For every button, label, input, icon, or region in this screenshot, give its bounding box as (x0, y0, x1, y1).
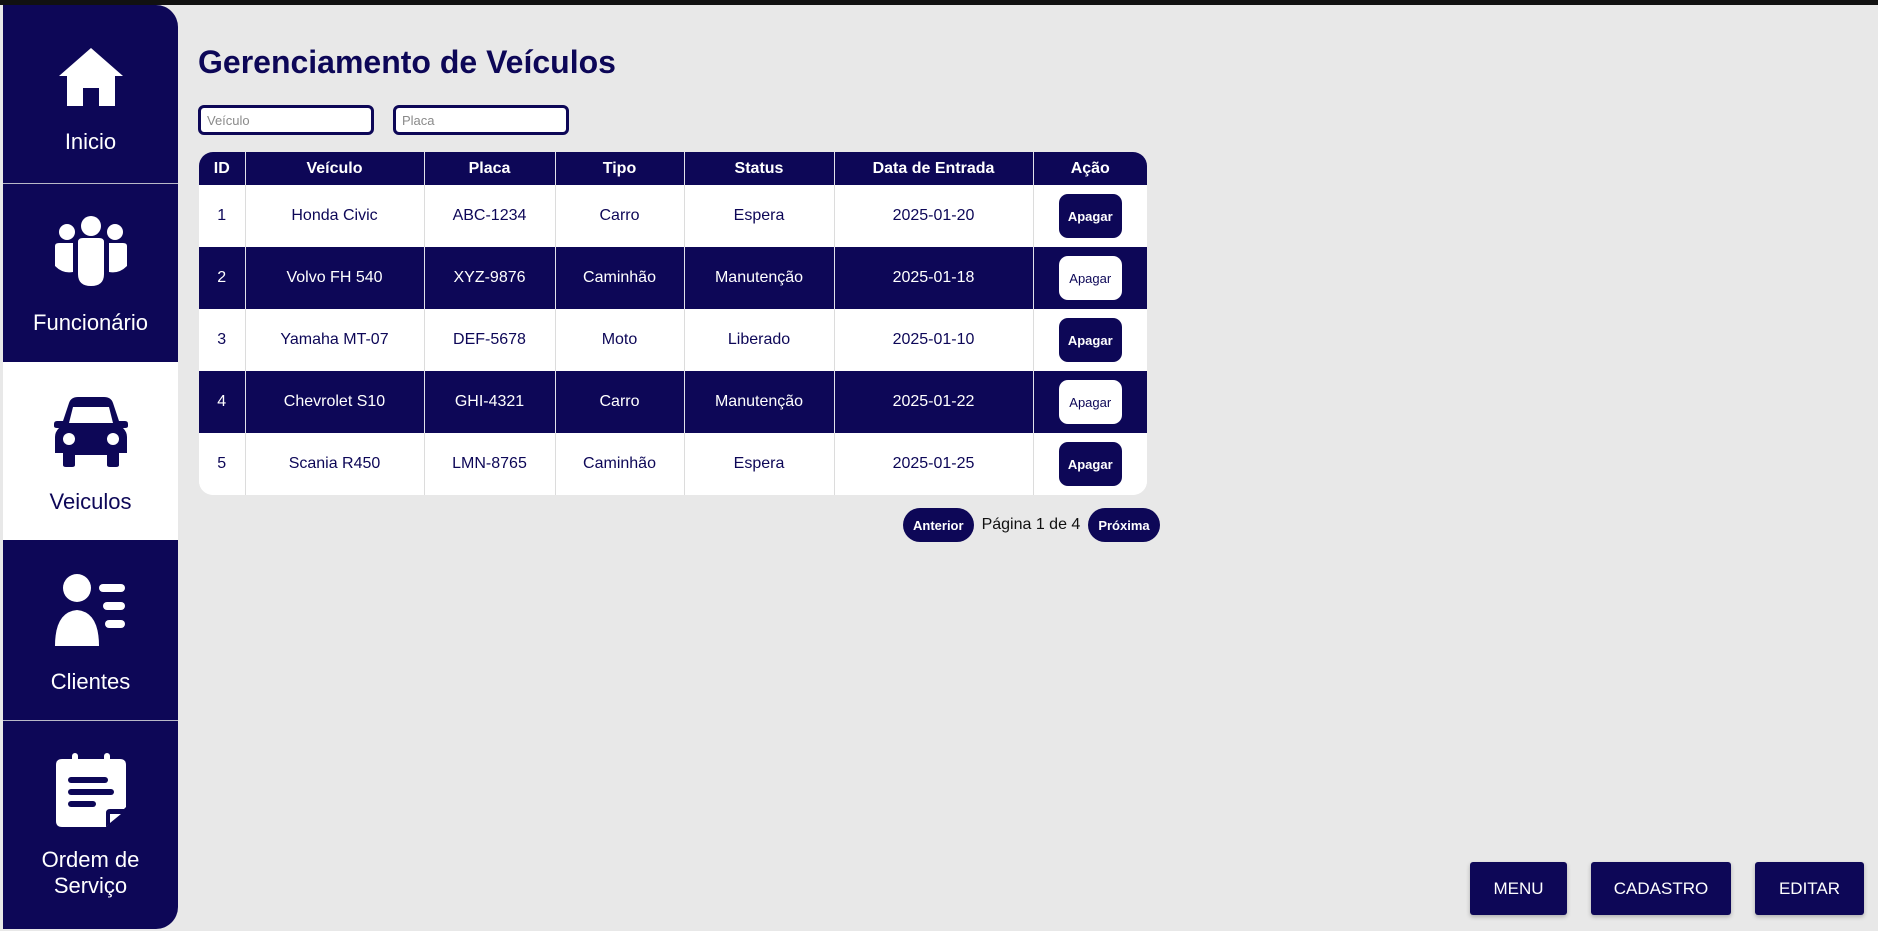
cell-action: Apagar (1033, 371, 1147, 433)
cell-plate: GHI-4321 (424, 371, 556, 433)
cell-vehicle: Chevrolet S10 (245, 371, 425, 433)
cell-id: 2 (199, 247, 246, 309)
register-button[interactable]: CADASTRO (1591, 862, 1731, 915)
sidebar-item-label: Inicio (64, 129, 117, 154)
group-icon (51, 212, 131, 292)
sidebar-item-label: Funcionário (33, 310, 148, 335)
column-header-plate: Placa (424, 152, 556, 185)
client-list-icon (51, 570, 131, 650)
delete-button[interactable]: Apagar (1058, 318, 1122, 362)
cell-action: Apagar (1033, 247, 1147, 309)
sidebar-item-veiculos[interactable]: Veiculos (3, 362, 178, 540)
cell-vehicle: Scania R450 (245, 433, 425, 495)
table-row: 5 Scania R450 LMN-8765 Caminhão Espera 2… (199, 433, 1147, 495)
sidebar-item-ordem-de-servico[interactable]: Ordem de Serviço (3, 721, 178, 899)
column-header-type: Tipo (555, 152, 685, 185)
cell-status: Liberado (684, 309, 835, 371)
cell-type: Caminhão (555, 247, 685, 309)
cell-status: Espera (684, 185, 835, 247)
table-row: 1 Honda Civic ABC-1234 Carro Espera 2025… (199, 185, 1147, 247)
car-icon (51, 392, 131, 472)
previous-page-button[interactable]: Anterior (903, 508, 974, 542)
table-row: 3 Yamaha MT-07 DEF-5678 Moto Liberado 20… (199, 309, 1147, 371)
column-header-id: ID (199, 152, 246, 185)
pagination: Anterior Página 1 de 4 Próxima (903, 508, 1160, 542)
cell-vehicle: Volvo FH 540 (245, 247, 425, 309)
cell-action: Apagar (1033, 433, 1147, 495)
cell-type: Moto (555, 309, 685, 371)
cell-action: Apagar (1033, 185, 1147, 247)
page-title: Gerenciamento de Veículos (198, 44, 616, 80)
cell-id: 4 (199, 371, 246, 433)
column-header-entry-date: Data de Entrada (834, 152, 1034, 185)
cell-plate: ABC-1234 (424, 185, 556, 247)
column-header-status: Status (684, 152, 835, 185)
delete-button[interactable]: Apagar (1058, 194, 1122, 238)
cell-vehicle: Honda Civic (245, 185, 425, 247)
sidebar-item-funcionario[interactable]: Funcionário (3, 184, 178, 362)
cell-status: Espera (684, 433, 835, 495)
cell-id: 5 (199, 433, 246, 495)
delete-button[interactable]: Apagar (1058, 380, 1122, 424)
plate-filter-input[interactable] (393, 105, 569, 135)
cell-plate: DEF-5678 (424, 309, 556, 371)
cell-entry-date: 2025-01-25 (834, 433, 1034, 495)
vehicle-filter-input[interactable] (198, 105, 374, 135)
cell-plate: LMN-8765 (424, 433, 556, 495)
cell-action: Apagar (1033, 309, 1147, 371)
cell-entry-date: 2025-01-10 (834, 309, 1034, 371)
vehicles-table: ID Veículo Placa Tipo Status Data de Ent… (199, 152, 1147, 495)
page-indicator: Página 1 de 4 (981, 516, 1081, 533)
cell-status: Manutenção (684, 371, 835, 433)
cell-type: Carro (555, 185, 685, 247)
sidebar-item-inicio[interactable]: Inicio (3, 5, 178, 183)
delete-button[interactable]: Apagar (1058, 442, 1122, 486)
delete-button[interactable]: Apagar (1058, 256, 1122, 300)
service-order-icon (51, 751, 131, 831)
cell-type: Carro (555, 371, 685, 433)
sidebar-item-clientes[interactable]: Clientes (3, 542, 178, 720)
table-header-row: ID Veículo Placa Tipo Status Data de Ent… (199, 152, 1147, 185)
column-header-vehicle: Veículo (245, 152, 425, 185)
column-header-action: Ação (1033, 152, 1147, 185)
next-page-button[interactable]: Próxima (1088, 508, 1160, 542)
table-row: 2 Volvo FH 540 XYZ-9876 Caminhão Manuten… (199, 247, 1147, 309)
menu-button[interactable]: MENU (1470, 862, 1567, 915)
cell-entry-date: 2025-01-20 (834, 185, 1034, 247)
window-top-bar (0, 0, 1878, 5)
cell-status: Manutenção (684, 247, 835, 309)
edit-button[interactable]: EDITAR (1755, 862, 1864, 915)
sidebar-item-label: Clientes (50, 669, 131, 694)
cell-entry-date: 2025-01-18 (834, 247, 1034, 309)
cell-entry-date: 2025-01-22 (834, 371, 1034, 433)
sidebar: Inicio Funcionário Veiculos Clientes Ord… (3, 5, 178, 929)
cell-id: 1 (199, 185, 246, 247)
cell-id: 3 (199, 309, 246, 371)
cell-plate: XYZ-9876 (424, 247, 556, 309)
table-row: 4 Chevrolet S10 GHI-4321 Carro Manutençã… (199, 371, 1147, 433)
home-icon (51, 37, 131, 117)
cell-type: Caminhão (555, 433, 685, 495)
sidebar-item-label: Ordem de Serviço (41, 847, 140, 898)
sidebar-item-label: Veiculos (49, 489, 132, 514)
cell-vehicle: Yamaha MT-07 (245, 309, 425, 371)
